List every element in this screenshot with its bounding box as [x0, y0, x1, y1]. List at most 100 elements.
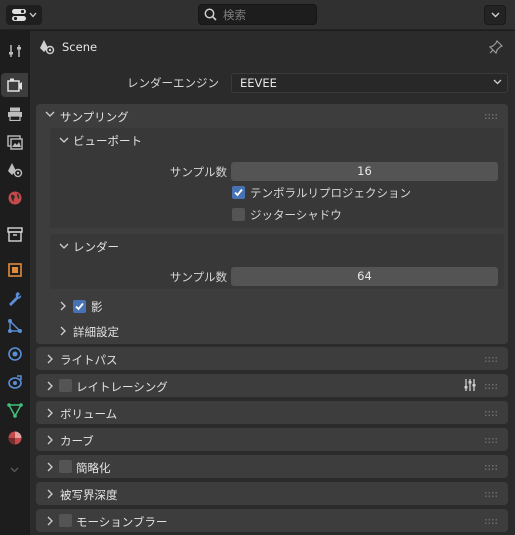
tab-particles[interactable]	[1, 314, 28, 338]
render-samples-field[interactable]: 64	[231, 267, 498, 286]
shadows-checkbox[interactable]	[73, 300, 86, 313]
subpanel-render-header[interactable]: レンダー	[50, 234, 504, 258]
tab-view-layer[interactable]	[1, 130, 28, 154]
checkmark-icon	[234, 188, 243, 197]
jitter-shadows-label: ジッターシャドウ	[250, 208, 342, 222]
temporal-reprojection-label: テンポラルリプロジェクション	[250, 186, 411, 200]
tool-icon	[8, 45, 21, 57]
drag-handle-icon[interactable]	[485, 465, 497, 470]
properties-main: Scene レンダーエンジン EEVEE サンプリング ビューポート サンプル数…	[29, 31, 515, 535]
chevron-right-icon	[47, 489, 53, 499]
chevron-right-icon	[60, 301, 66, 311]
search-input[interactable]: 検索	[198, 4, 317, 25]
tab-tool[interactable]	[1, 39, 28, 63]
subpanel-advanced[interactable]: 詳細設定	[50, 320, 504, 342]
subpanel-shadows[interactable]: 影	[50, 295, 504, 317]
tab-output[interactable]	[1, 102, 28, 126]
panel-motion-blur[interactable]: モーションブラー	[36, 509, 508, 532]
panel-raytracing-title: レイトレーシング	[76, 380, 168, 394]
pin-icon[interactable]	[489, 40, 503, 54]
panel-curves-title: カーブ	[60, 434, 94, 448]
drag-handle-icon[interactable]	[485, 357, 497, 362]
particles-icon	[7, 319, 22, 333]
chevron-right-icon	[60, 326, 66, 336]
motion-blur-checkbox[interactable]	[59, 514, 72, 527]
render-engine-label: レンダーエンジン	[127, 76, 219, 90]
data-icon	[6, 403, 23, 418]
constraints-icon	[7, 375, 22, 389]
panel-sampling: サンプリング ビューポート サンプル数 16 テンポラルリプロジェクション ジッ…	[36, 104, 508, 344]
simplify-checkbox[interactable]	[59, 460, 72, 473]
subpanel-render-title: レンダー	[73, 240, 119, 254]
tab-modifier[interactable]	[1, 286, 28, 310]
context-label: Scene	[62, 40, 98, 54]
material-icon	[8, 431, 21, 445]
tab-material[interactable]	[1, 426, 28, 450]
drag-handle-icon[interactable]	[485, 519, 497, 524]
object-icon	[7, 263, 22, 277]
options-dropdown-button[interactable]	[484, 5, 506, 25]
render-engine-dropdown[interactable]: EEVEE	[231, 73, 508, 93]
tab-expand[interactable]	[1, 458, 28, 482]
chevron-down-icon	[59, 243, 69, 249]
tab-world[interactable]	[1, 186, 28, 210]
render-engine-value: EEVEE	[240, 76, 277, 90]
panel-depth-of-field-title: 被写界深度	[60, 488, 118, 502]
drag-handle-icon[interactable]	[485, 492, 497, 497]
temporal-reprojection-checkbox[interactable]	[232, 186, 245, 199]
properties-header: 検索	[0, 0, 515, 30]
drag-handle-icon[interactable]	[485, 411, 497, 416]
chevron-right-icon	[47, 408, 53, 418]
panel-light-paths-title: ライトパス	[60, 353, 118, 367]
drag-handle-icon[interactable]	[485, 114, 497, 119]
scene-icon	[40, 40, 55, 55]
panel-curves[interactable]: カーブ	[36, 428, 508, 451]
tab-collection[interactable]	[1, 222, 28, 246]
panel-simplify[interactable]: 簡略化	[36, 455, 508, 478]
panel-sampling-header[interactable]: サンプリング	[36, 104, 508, 128]
subpanel-render: レンダー サンプル数 64	[50, 234, 504, 289]
panel-sampling-title: サンプリング	[60, 110, 129, 124]
collection-icon	[6, 226, 23, 242]
panel-depth-of-field[interactable]: 被写界深度	[36, 482, 508, 505]
tab-data[interactable]	[1, 398, 28, 422]
chevron-right-icon	[47, 381, 53, 391]
jitter-shadows-checkbox[interactable]	[232, 208, 245, 221]
output-icon	[7, 107, 22, 121]
world-icon	[8, 191, 21, 205]
scene-icon	[7, 163, 22, 178]
chevron-down-icon	[10, 467, 19, 473]
viewport-samples-label: サンプル数	[169, 165, 227, 179]
modifier-icon	[8, 292, 21, 306]
tab-constraints[interactable]	[1, 370, 28, 394]
panel-light-paths[interactable]: ライトパス	[36, 347, 508, 370]
properties-editor-icon	[12, 9, 26, 21]
panel-simplify-title: 簡略化	[76, 461, 111, 475]
tab-object[interactable]	[1, 258, 28, 282]
sliders-icon[interactable]	[463, 378, 477, 392]
chevron-down-icon	[59, 137, 69, 143]
panel-volumes[interactable]: ボリューム	[36, 401, 508, 424]
drag-handle-icon[interactable]	[485, 384, 497, 389]
properties-tabs-sidebar	[0, 31, 28, 535]
raytracing-checkbox[interactable]	[59, 379, 72, 392]
chevron-down-icon	[29, 12, 37, 18]
tab-scene[interactable]	[1, 158, 28, 182]
checkmark-icon	[75, 302, 84, 311]
viewport-samples-field[interactable]: 16	[231, 162, 498, 181]
chevron-right-icon	[47, 354, 53, 364]
subpanel-shadows-title: 影	[91, 300, 103, 314]
subpanel-viewport-title: ビューポート	[73, 134, 142, 148]
view-layer-icon	[6, 134, 23, 150]
panel-volumes-title: ボリューム	[60, 407, 118, 421]
render-icon	[6, 78, 22, 92]
search-icon	[204, 8, 217, 21]
drag-handle-icon[interactable]	[485, 438, 497, 443]
chevron-right-icon	[47, 462, 53, 472]
subpanel-viewport-header[interactable]: ビューポート	[50, 128, 504, 152]
editor-type-button[interactable]	[6, 5, 42, 25]
subpanel-advanced-title: 詳細設定	[73, 325, 119, 339]
tab-physics[interactable]	[1, 342, 28, 366]
tab-render[interactable]	[1, 73, 28, 97]
panel-raytracing[interactable]: レイトレーシング	[36, 374, 508, 397]
